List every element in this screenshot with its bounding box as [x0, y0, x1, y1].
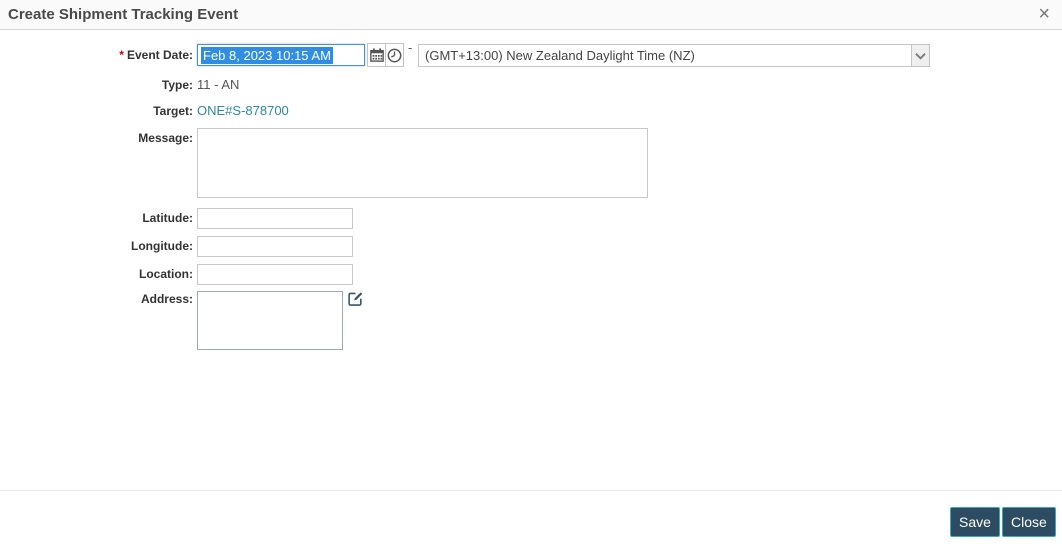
event-date-input[interactable]: Feb 8, 2023 10:15 AM [197, 44, 365, 66]
timezone-select[interactable]: (GMT+13:00) New Zealand Daylight Time (N… [418, 44, 930, 67]
message-label: Message: [138, 131, 193, 145]
address-label: Address: [140, 292, 193, 306]
latitude-input[interactable] [197, 208, 353, 229]
event-date-value: Feb 8, 2023 10:15 AM [201, 46, 333, 64]
required-marker: * [119, 48, 124, 62]
calendar-icon [369, 48, 384, 62]
address-textarea[interactable] [197, 291, 343, 350]
longitude-label: Longitude: [131, 239, 193, 253]
target-link[interactable]: ONE#S-878700 [197, 103, 289, 119]
event-date-label-text: Event Date: [126, 48, 193, 62]
close-button[interactable]: Close [1002, 507, 1056, 537]
save-button[interactable]: Save [950, 507, 1000, 537]
edit-icon [347, 290, 364, 307]
location-input[interactable] [197, 264, 353, 285]
footer-divider [0, 490, 1062, 491]
location-label: Location: [139, 267, 193, 281]
date-timezone-separator: - [408, 40, 413, 55]
target-label: Target: [153, 104, 193, 118]
clock-icon [387, 48, 402, 63]
create-shipment-tracking-event-dialog: Create Shipment Tracking Event × * Event … [0, 0, 1062, 554]
edit-address-button[interactable] [347, 290, 364, 307]
timezone-selected-value: (GMT+13:00) New Zealand Daylight Time (N… [425, 48, 695, 63]
dialog-title: Create Shipment Tracking Event [8, 6, 239, 23]
time-picker-button[interactable] [385, 43, 404, 67]
dialog-header: Create Shipment Tracking Event × [0, 0, 1062, 30]
type-value: 11 - AN [197, 77, 240, 92]
chevron-down-icon [911, 45, 929, 66]
latitude-label: Latitude: [142, 211, 193, 225]
event-date-label: * Event Date: [0, 44, 193, 66]
longitude-input[interactable] [197, 236, 353, 257]
close-icon[interactable]: × [1038, 0, 1050, 29]
message-textarea[interactable] [197, 128, 648, 198]
calendar-picker-button[interactable] [367, 43, 386, 67]
type-label: Type: [161, 78, 193, 92]
